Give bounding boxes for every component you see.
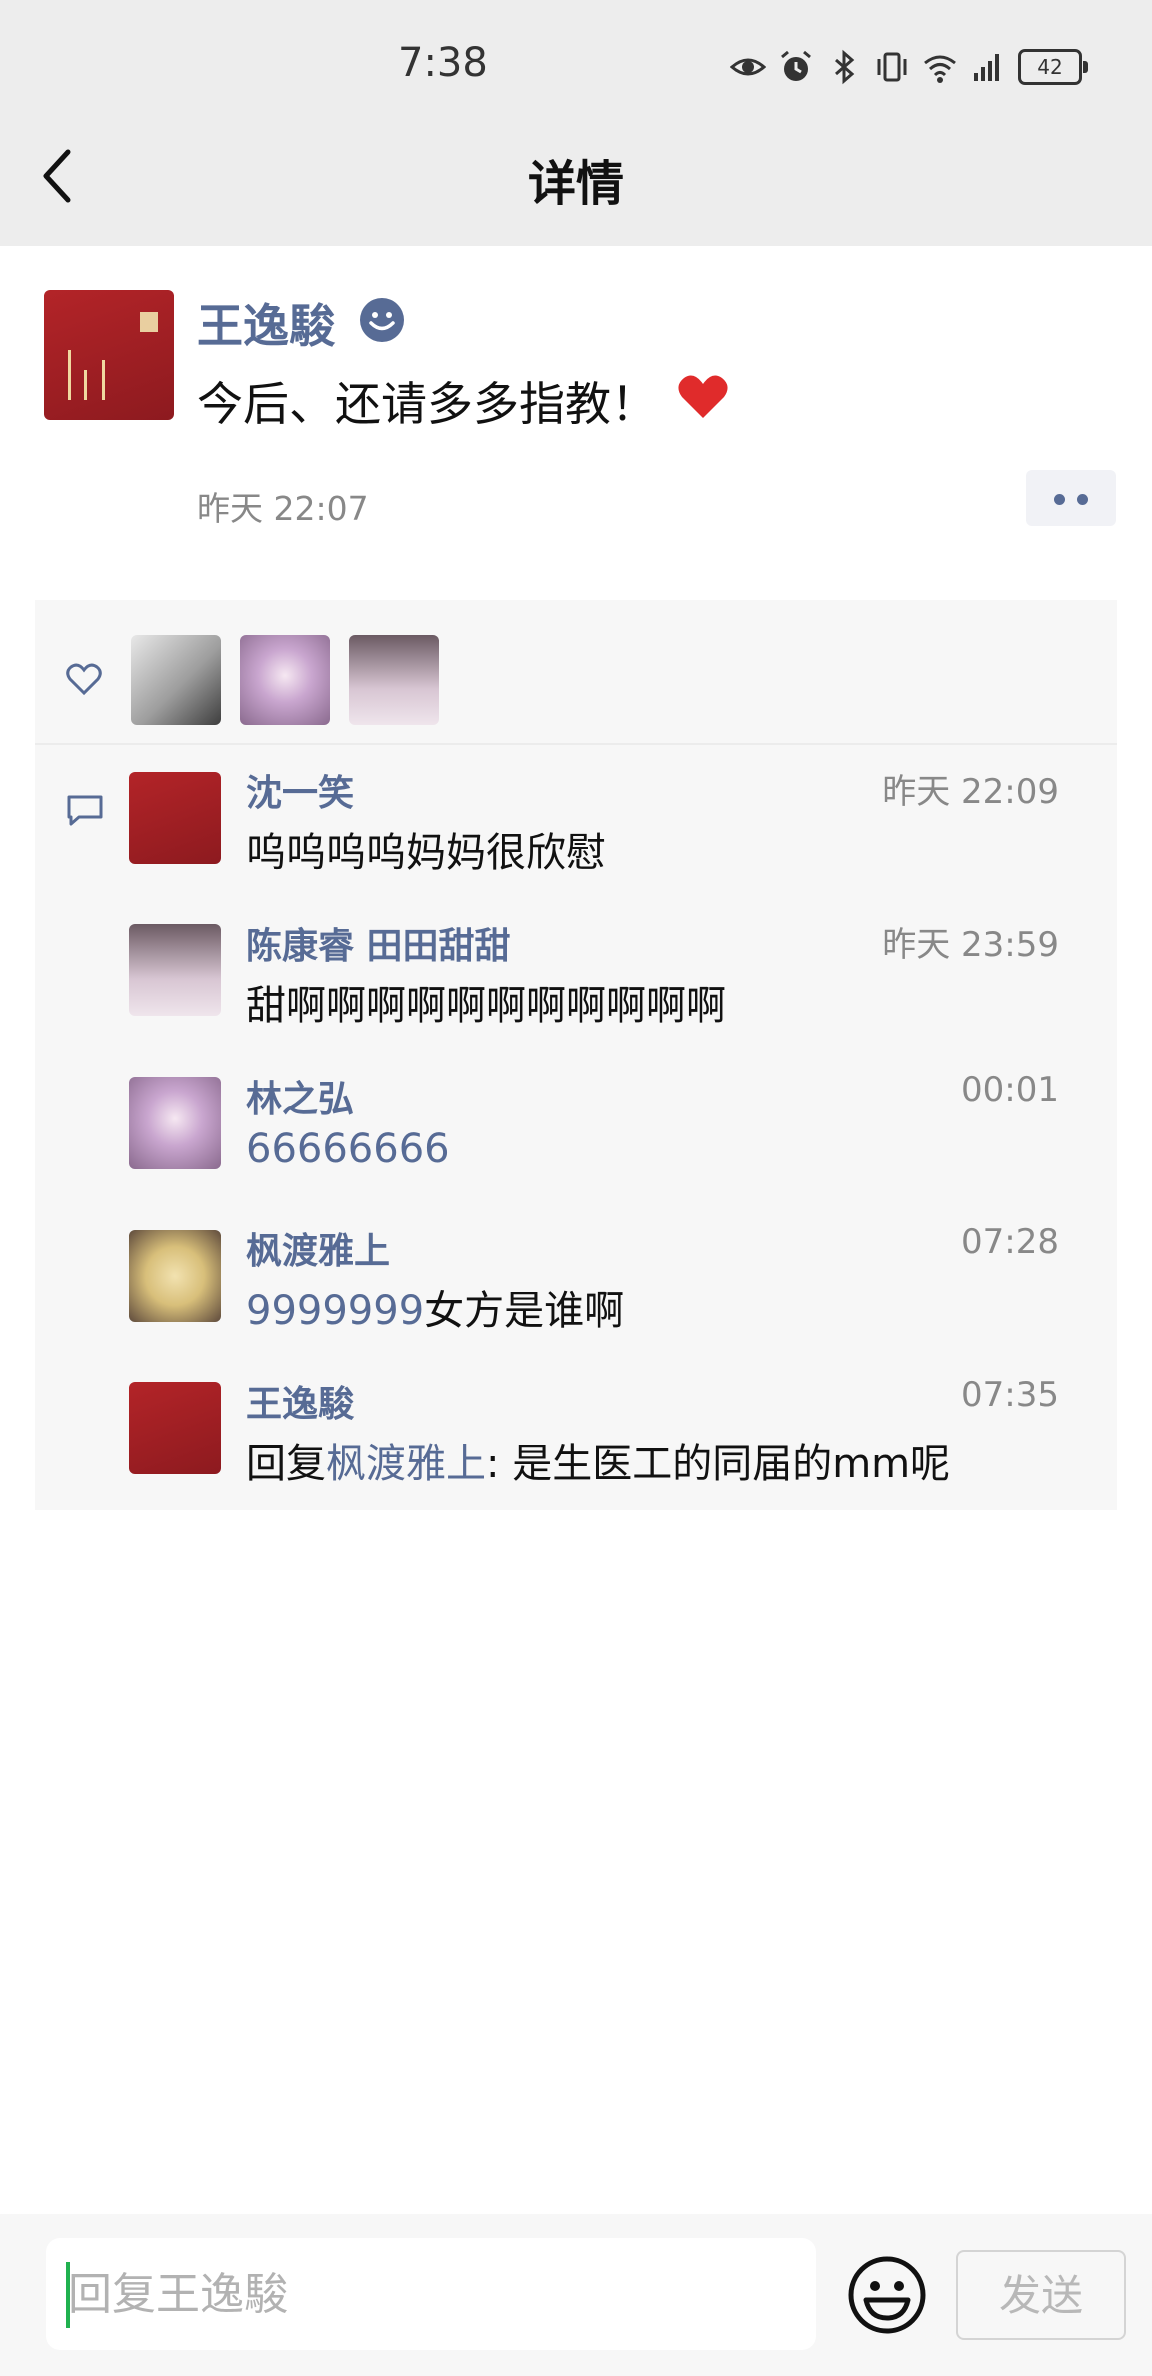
number-link[interactable]: 66666666 [246, 1126, 450, 1172]
red-heart-icon [678, 375, 728, 418]
comment-text: 回复枫渡雅上: 是生医工的同届的mm呢 [246, 1431, 950, 1489]
smile-status-icon [360, 298, 404, 342]
text-cursor [66, 2262, 70, 2328]
comment-icon [67, 795, 103, 826]
divider [35, 743, 1117, 745]
reply-prefix: 回复 [246, 1441, 326, 1487]
comment-text-tail: 女方是谁啊 [424, 1288, 625, 1334]
emoji-icon[interactable] [846, 2254, 928, 2336]
comment-text: 9999999女方是谁啊 [246, 1278, 624, 1336]
comment-author[interactable]: 沈一笑 [246, 764, 354, 816]
vibrate-icon [877, 52, 907, 82]
comment-author[interactable]: 林之弘 [246, 1070, 354, 1122]
wifi-icon [924, 55, 956, 83]
comment-text: 66666666 [246, 1126, 450, 1172]
signal-icon [974, 54, 999, 81]
reply-input[interactable] [46, 2238, 816, 2350]
comment-time: 昨天 22:09 [882, 772, 1059, 812]
post-author-name[interactable]: 王逸駿 [197, 290, 335, 356]
comment-time: 昨天 23:59 [882, 925, 1059, 965]
reply-bar: 发送 [0, 2214, 1152, 2376]
like-avatar[interactable] [131, 635, 221, 725]
comment-text: 甜啊啊啊啊啊啊啊啊啊啊啊 [246, 983, 726, 1029]
comment-time: 07:28 [961, 1222, 1059, 1262]
comment-author[interactable]: 王逸駿 [246, 1375, 354, 1427]
reply-to-name[interactable]: 枫渡雅上 [326, 1441, 486, 1487]
comment-author[interactable]: 枫渡雅上 [246, 1222, 390, 1274]
more-actions-button[interactable] [1026, 470, 1116, 526]
like-avatar[interactable] [349, 635, 439, 725]
battery-indicator: 42 [1018, 49, 1088, 85]
number-link[interactable]: 9999999 [246, 1288, 424, 1334]
top-bar: 7:38 42 详情 [0, 0, 1152, 246]
comment-avatar[interactable] [129, 924, 221, 1016]
likes-comments-panel: 沈一笑 昨天 22:09 呜呜呜呜妈妈很欣慰 陈康睿 田田甜甜 昨天 23:59… [35, 600, 1117, 1510]
bluetooth-icon [835, 49, 855, 85]
eye-icon [730, 58, 766, 76]
post-author-avatar[interactable] [44, 290, 174, 420]
heart-outline-icon [66, 663, 102, 696]
comment-avatar[interactable] [129, 1230, 221, 1322]
comment-avatar[interactable] [129, 1077, 221, 1169]
status-time: 7:38 [398, 40, 488, 86]
status-icons: 42 [730, 44, 1088, 90]
alarm-icon [781, 50, 811, 81]
comment-text: 呜呜呜呜妈妈很欣慰 [246, 830, 606, 876]
like-avatar[interactable] [240, 635, 330, 725]
comment-time: 07:35 [961, 1375, 1059, 1415]
comment-author[interactable]: 陈康睿 田田甜甜 [246, 917, 511, 969]
comment-text-tail: : 是生医工的同届的mm呢 [486, 1441, 951, 1487]
comment-avatar[interactable] [129, 1382, 221, 1474]
comment-avatar[interactable] [129, 772, 221, 864]
comment-time: 00:01 [961, 1070, 1059, 1110]
send-button[interactable]: 发送 [956, 2250, 1126, 2340]
page-title: 详情 [527, 156, 624, 212]
post-time: 昨天 22:07 [197, 489, 369, 528]
likes-row [35, 600, 1117, 742]
post-text: 今后、还请多多指教！ [197, 377, 657, 431]
